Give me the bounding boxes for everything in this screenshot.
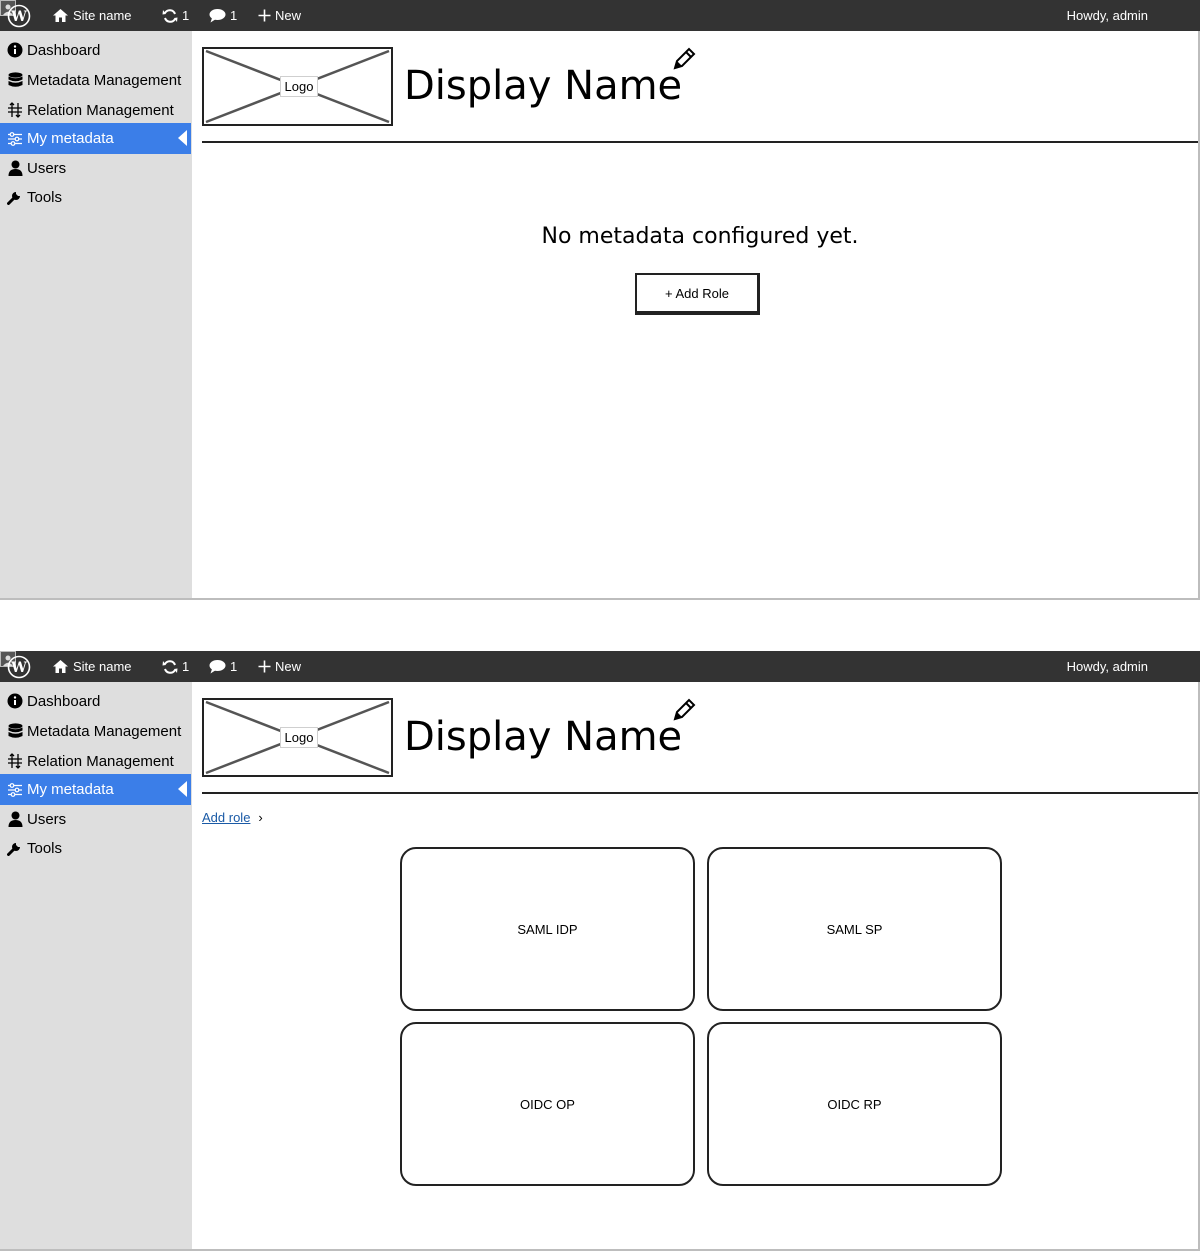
sidebar-menu: Dashboard Metadata Management Relation M…	[0, 682, 192, 1249]
wordpress-icon: W	[7, 655, 31, 678]
logo-label: Logo	[280, 76, 318, 97]
sidebar-item-my-metadata[interactable]: My metadata	[0, 774, 191, 805]
site-name-link[interactable]: Site name	[52, 651, 132, 682]
howdy-label: Howdy, admin	[1066, 659, 1148, 674]
page-title: Display Name	[404, 714, 683, 760]
sidebar-item-tools[interactable]: Tools	[0, 833, 191, 863]
sidebar-item-users[interactable]: Users	[0, 804, 191, 834]
sidebar-item-relation-management[interactable]: Relation Management	[0, 95, 191, 125]
wordpress-logo-button[interactable]: W	[7, 0, 31, 31]
plus-icon	[258, 660, 271, 673]
howdy-label: Howdy, admin	[1066, 8, 1148, 23]
comments-count: 1	[230, 8, 238, 23]
svg-text:W: W	[10, 9, 27, 25]
screen-empty-state: W Site name 1 1 New Howdy, admin Dashboa…	[0, 0, 1200, 600]
user-icon	[7, 160, 23, 176]
current-page-arrow-icon	[178, 781, 187, 797]
site-name-label: Site name	[73, 659, 132, 674]
new-label: New	[275, 659, 302, 674]
sidebar-item-label: My metadata	[27, 781, 114, 798]
plus-icon	[258, 9, 271, 22]
howdy-user-link[interactable]: Howdy, admin	[1067, 0, 1148, 31]
admin-bar: W Site name 1 1 New Howdy, admin	[0, 0, 1200, 31]
sidebar-item-metadata-management[interactable]: Metadata Management	[0, 716, 191, 746]
breadcrumb-add-role-link[interactable]: Add role	[202, 810, 250, 825]
sidebar-item-label: Relation Management	[27, 752, 174, 770]
comment-icon	[209, 9, 226, 23]
breadcrumb: Add role ›	[202, 810, 263, 825]
refresh-icon	[162, 659, 178, 674]
updates-link[interactable]: 1	[162, 651, 189, 682]
sliders-icon	[7, 131, 23, 147]
sidebar-item-label: My metadata	[27, 130, 114, 147]
breadcrumb-chevron-icon: ›	[258, 810, 263, 825]
info-icon	[7, 693, 23, 709]
sidebar-item-label: Users	[27, 810, 67, 828]
edit-pencil-icon[interactable]	[671, 697, 697, 723]
current-page-arrow-icon	[178, 130, 187, 146]
wrench-icon	[7, 840, 23, 856]
sidebar-item-label: Metadata Management	[27, 722, 182, 740]
sidebar-item-label: Relation Management	[27, 101, 174, 119]
sidebar-item-metadata-management[interactable]: Metadata Management	[0, 65, 191, 95]
site-name-link[interactable]: Site name	[52, 0, 132, 31]
home-icon	[53, 9, 68, 22]
wrench-icon	[7, 189, 23, 205]
comments-count: 1	[230, 659, 238, 674]
site-name-label: Site name	[73, 8, 132, 23]
new-content-link[interactable]: New	[258, 0, 301, 31]
sidebar-item-label: Metadata Management	[27, 71, 182, 89]
updates-link[interactable]: 1	[162, 0, 189, 31]
sidebar-item-label: Tools	[27, 839, 63, 857]
screen-add-role: W Site name 1 1 New Howdy, admin Dashboa…	[0, 651, 1200, 1251]
wordpress-logo-button[interactable]: W	[7, 651, 31, 682]
role-card-oidc-rp[interactable]: OIDC RP	[707, 1022, 1002, 1186]
comments-link[interactable]: 1	[209, 0, 237, 31]
new-content-link[interactable]: New	[258, 651, 301, 682]
comments-link[interactable]: 1	[209, 651, 237, 682]
empty-state-message: No metadata configured yet.	[541, 224, 859, 249]
role-card-oidc-op[interactable]: OIDC OP	[400, 1022, 695, 1186]
user-icon	[7, 811, 23, 827]
arrows-icon	[7, 102, 23, 118]
logo-placeholder: Logo	[202, 698, 393, 777]
role-card-saml-sp[interactable]: SAML SP	[707, 847, 1002, 1011]
database-icon	[7, 72, 23, 88]
sidebar-item-label: Tools	[27, 188, 63, 206]
howdy-user-link[interactable]: Howdy, admin	[1067, 651, 1148, 682]
sidebar-menu: Dashboard Metadata Management Relation M…	[0, 31, 192, 598]
refresh-icon	[162, 8, 178, 23]
new-label: New	[275, 8, 302, 23]
sidebar-item-label: Dashboard	[27, 692, 101, 710]
sidebar-item-dashboard[interactable]: Dashboard	[0, 35, 191, 65]
comment-icon	[209, 660, 226, 674]
sidebar-item-users[interactable]: Users	[0, 153, 191, 183]
edit-pencil-icon[interactable]	[671, 46, 697, 72]
sidebar-item-tools[interactable]: Tools	[0, 182, 191, 212]
header-divider	[202, 141, 1198, 143]
header-divider	[202, 792, 1198, 794]
arrows-icon	[7, 753, 23, 769]
sidebar-item-relation-management[interactable]: Relation Management	[0, 746, 191, 776]
page-title: Display Name	[404, 63, 683, 109]
sidebar-item-label: Users	[27, 159, 67, 177]
admin-bar: W Site name 1 1 New Howdy, admin	[0, 651, 1200, 682]
home-icon	[53, 660, 68, 673]
updates-count: 1	[182, 8, 190, 23]
sidebar-item-dashboard[interactable]: Dashboard	[0, 686, 191, 716]
role-card-saml-idp[interactable]: SAML IDP	[400, 847, 695, 1011]
add-role-button[interactable]: + Add Role	[635, 273, 760, 315]
updates-count: 1	[182, 659, 190, 674]
info-icon	[7, 42, 23, 58]
logo-label: Logo	[280, 727, 318, 748]
sidebar-item-label: Dashboard	[27, 41, 101, 59]
wordpress-icon: W	[7, 4, 31, 27]
svg-text:W: W	[10, 660, 27, 676]
database-icon	[7, 723, 23, 739]
logo-placeholder: Logo	[202, 47, 393, 126]
sliders-icon	[7, 782, 23, 798]
sidebar-item-my-metadata[interactable]: My metadata	[0, 123, 191, 154]
